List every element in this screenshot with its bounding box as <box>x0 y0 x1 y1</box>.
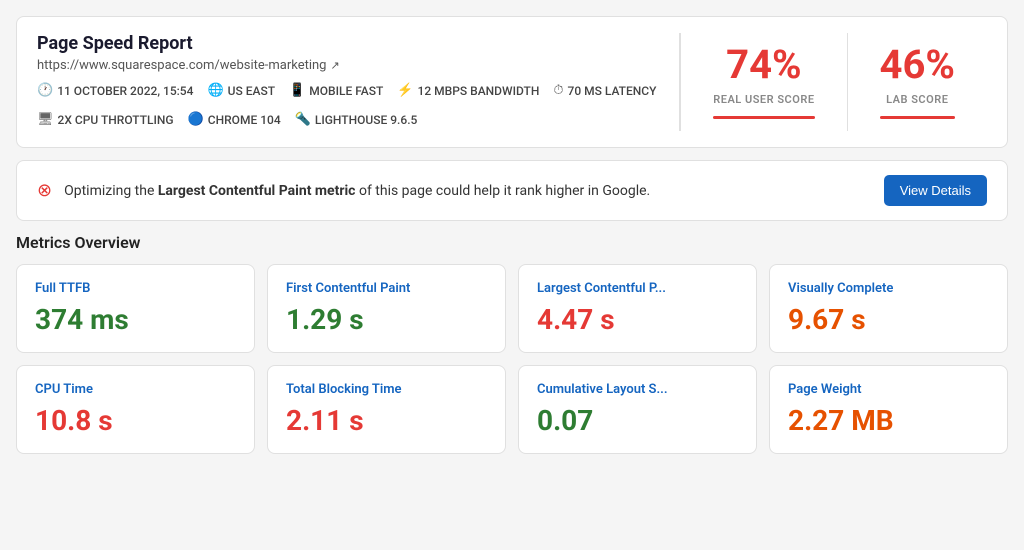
meta-label: 12 MBPS BANDWIDTH <box>418 84 540 98</box>
metric-name: Visually Complete <box>788 281 989 296</box>
alert-icon: ⊗ <box>37 180 52 201</box>
meta-label: 70 MS LATENCY <box>568 84 657 98</box>
metrics-section: Metrics Overview Full TTFB 374 ms First … <box>16 233 1008 454</box>
meta-item: 🔦 LIGHTHOUSE 9.6.5 <box>295 112 418 127</box>
meta-icon: 🕐 <box>37 83 53 98</box>
meta-item: ⚡ 12 MBPS BANDWIDTH <box>397 83 539 98</box>
metric-card: Page Weight 2.27 MB <box>769 365 1008 454</box>
metric-name: Total Blocking Time <box>286 382 487 397</box>
score-underline <box>880 116 955 119</box>
meta-icon: 🔦 <box>295 112 311 127</box>
metric-value: 0.07 <box>537 407 738 435</box>
alert-text-after: of this page could help it rank higher i… <box>355 183 650 199</box>
score-value: 74% <box>726 45 801 85</box>
score-value: 46% <box>880 45 955 85</box>
meta-item: 🔵 CHROME 104 <box>188 112 281 127</box>
score-section: 74% REAL USER SCORE 46% LAB SCORE <box>680 33 987 131</box>
meta-item: 🌐 US EAST <box>207 83 275 98</box>
metric-name: Largest Contentful P... <box>537 281 738 296</box>
meta-label: LIGHTHOUSE 9.6.5 <box>315 113 418 127</box>
score-box-real-user-score: 74% REAL USER SCORE <box>680 33 846 131</box>
meta-label: MOBILE FAST <box>309 84 383 98</box>
metric-card: Total Blocking Time 2.11 s <box>267 365 506 454</box>
url-text: https://www.squarespace.com/website-mark… <box>37 58 326 73</box>
metric-value: 4.47 s <box>537 306 738 334</box>
page-title: Page Speed Report <box>37 33 659 54</box>
metric-value: 374 ms <box>35 306 236 334</box>
meta-icon: 🌐 <box>207 83 223 98</box>
meta-icon: 📱 <box>289 83 305 98</box>
metric-value: 1.29 s <box>286 306 487 334</box>
metric-name: Full TTFB <box>35 281 236 296</box>
metric-name: CPU Time <box>35 382 236 397</box>
report-info: Page Speed Report https://www.squarespac… <box>37 33 680 131</box>
alert-text: Optimizing the Largest Contentful Paint … <box>64 183 872 199</box>
view-details-button[interactable]: View Details <box>884 175 987 206</box>
meta-icon: ⚡ <box>397 83 413 98</box>
meta-icon: ⏱ <box>553 83 563 98</box>
metric-name: First Contentful Paint <box>286 281 487 296</box>
metric-card: First Contentful Paint 1.29 s <box>267 264 506 353</box>
score-box-lab-score: 46% LAB SCORE <box>847 33 987 131</box>
score-label: REAL USER SCORE <box>713 93 814 106</box>
meta-label: 2X CPU THROTTLING <box>58 113 174 127</box>
metric-card: CPU Time 10.8 s <box>16 365 255 454</box>
metrics-section-title: Metrics Overview <box>16 233 1008 252</box>
meta-item: 🕐 11 OCTOBER 2022, 15:54 <box>37 83 193 98</box>
meta-icon: 🖥 <box>37 112 54 127</box>
metric-card: Full TTFB 374 ms <box>16 264 255 353</box>
meta-label: US EAST <box>228 84 275 98</box>
meta-item: 🖥 2X CPU THROTTLING <box>37 112 174 127</box>
meta-item: 📱 MOBILE FAST <box>289 83 383 98</box>
meta-row: 🕐 11 OCTOBER 2022, 15:54 🌐 US EAST 📱 MOBILE F… <box>37 83 659 127</box>
meta-icon: 🔵 <box>188 112 204 127</box>
meta-item: ⏱ 70 MS LATENCY <box>553 83 656 98</box>
metric-name: Cumulative Layout S... <box>537 382 738 397</box>
top-card: Page Speed Report https://www.squarespac… <box>16 16 1008 148</box>
alert-card: ⊗ Optimizing the Largest Contentful Pain… <box>16 160 1008 221</box>
metric-value: 10.8 s <box>35 407 236 435</box>
alert-text-bold: Largest Contentful Paint metric <box>158 183 356 199</box>
metric-value: 2.11 s <box>286 407 487 435</box>
meta-label: 11 OCTOBER 2022, 15:54 <box>57 84 193 98</box>
score-label: LAB SCORE <box>886 93 948 106</box>
external-link-icon: ↗ <box>330 59 339 72</box>
metric-card: Cumulative Layout S... 0.07 <box>518 365 757 454</box>
alert-text-before: Optimizing the <box>64 183 158 199</box>
score-underline <box>713 116 814 119</box>
metric-card: Largest Contentful P... 4.47 s <box>518 264 757 353</box>
page-url: https://www.squarespace.com/website-mark… <box>37 58 659 73</box>
metrics-grid: Full TTFB 374 ms First Contentful Paint … <box>16 264 1008 454</box>
metric-card: Visually Complete 9.67 s <box>769 264 1008 353</box>
meta-label: CHROME 104 <box>208 113 281 127</box>
metric-name: Page Weight <box>788 382 989 397</box>
metric-value: 9.67 s <box>788 306 989 334</box>
metric-value: 2.27 MB <box>788 407 989 435</box>
